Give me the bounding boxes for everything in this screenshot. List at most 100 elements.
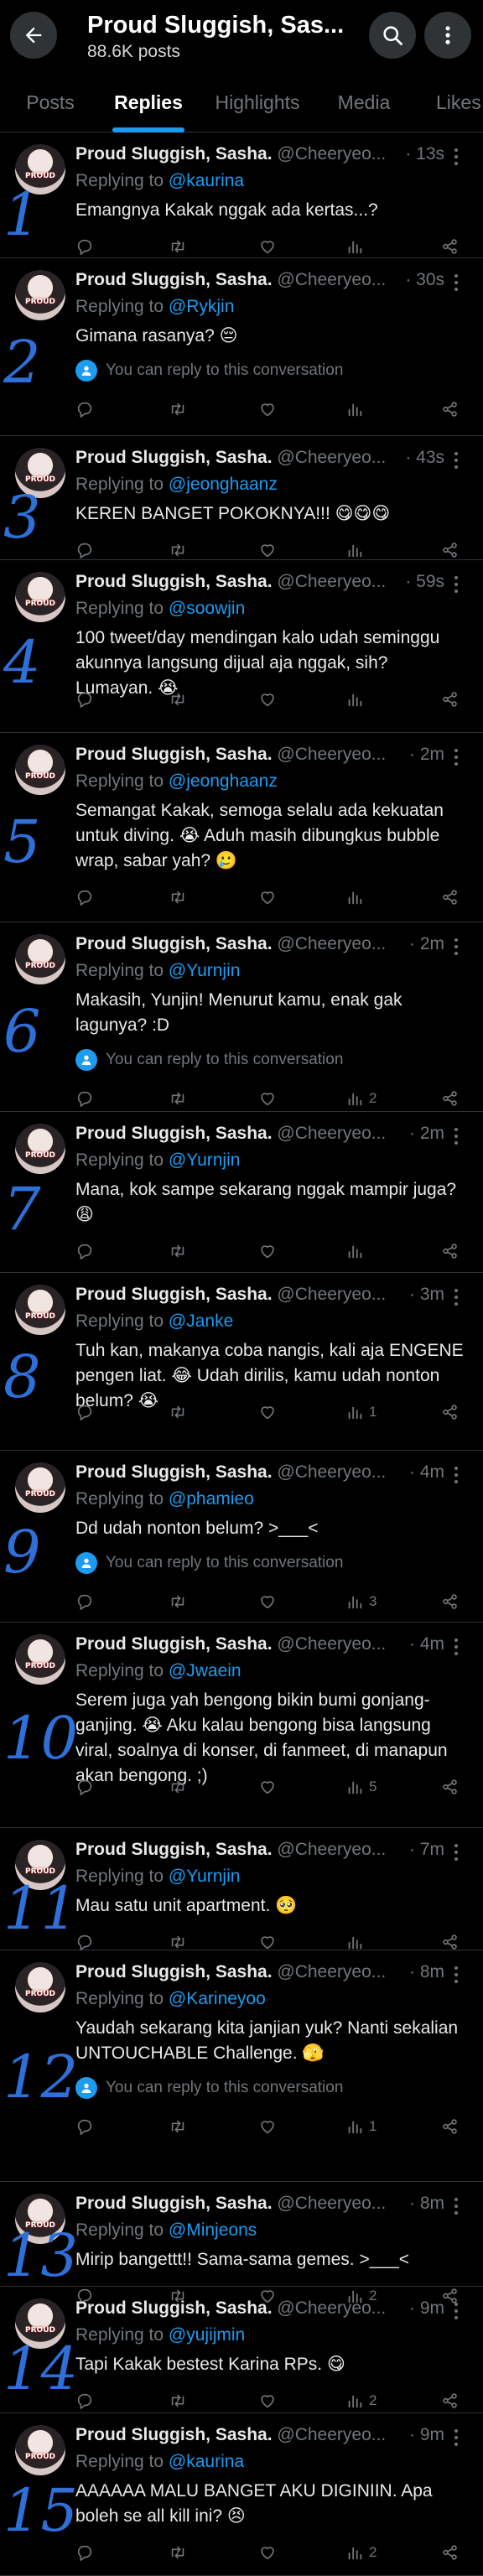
- timestamp[interactable]: · 9m: [406, 2298, 444, 2319]
- tab-highlights[interactable]: Highlights: [206, 72, 309, 132]
- like-button[interactable]: [258, 1087, 277, 1110]
- retweet-button[interactable]: [168, 538, 188, 562]
- views-button[interactable]: 5: [345, 1775, 377, 1799]
- share-button[interactable]: [441, 886, 460, 909]
- author-handle[interactable]: @Cheeryeo...: [277, 448, 386, 467]
- author-name[interactable]: Proud Sluggish, Sasha.: [75, 1462, 273, 1482]
- like-button[interactable]: [258, 1590, 277, 1613]
- tweet-more-button[interactable]: [453, 1127, 460, 1149]
- author-handle[interactable]: @Cheeryeo...: [277, 2194, 386, 2213]
- reply-tweet[interactable]: PROUD 8 Proud Sluggish, Sasha. @Cheeryeo..…: [0, 1273, 483, 1451]
- timestamp[interactable]: · 4m: [406, 1462, 444, 1483]
- reply-target-link[interactable]: @Jwaein: [169, 1661, 242, 1680]
- author-name[interactable]: Proud Sluggish, Sasha.: [75, 934, 273, 953]
- timestamp[interactable]: · 4m: [406, 1634, 444, 1654]
- views-button[interactable]: 1: [345, 1400, 377, 1424]
- like-button[interactable]: [258, 2115, 277, 2138]
- views-button[interactable]: 2: [345, 2389, 377, 2412]
- retweet-button[interactable]: [168, 688, 188, 711]
- avatar[interactable]: PROUD: [15, 745, 65, 795]
- reply-button[interactable]: [75, 1087, 94, 1110]
- views-button[interactable]: [345, 538, 369, 562]
- views-button[interactable]: [345, 397, 369, 421]
- share-button[interactable]: [441, 2541, 460, 2564]
- tweet-more-button[interactable]: [453, 2197, 460, 2219]
- reply-target-link[interactable]: @yujijmin: [169, 2325, 245, 2345]
- avatar[interactable]: PROUD: [15, 2425, 65, 2475]
- reply-button[interactable]: [75, 2541, 94, 2564]
- retweet-button[interactable]: [168, 235, 188, 258]
- reply-tweet[interactable]: PROUD 4 Proud Sluggish, Sasha. @Cheeryeo..…: [0, 560, 483, 733]
- timestamp[interactable]: · 7m: [406, 1840, 444, 1860]
- author-name[interactable]: Proud Sluggish, Sasha.: [75, 448, 273, 467]
- views-button[interactable]: [345, 688, 369, 711]
- author-name[interactable]: Proud Sluggish, Sasha.: [75, 1124, 273, 1143]
- views-button[interactable]: 2: [345, 1087, 377, 1110]
- author-handle[interactable]: @Cheeryeo...: [277, 1840, 386, 1859]
- timestamp[interactable]: · 9m: [406, 2425, 444, 2445]
- like-button[interactable]: [258, 235, 277, 258]
- reply-button[interactable]: [75, 1400, 94, 1424]
- like-button[interactable]: [258, 1239, 277, 1263]
- reply-button[interactable]: [75, 886, 94, 909]
- reply-tweet[interactable]: PROUD 15 Proud Sluggish, Sasha. @Cheeryeo.…: [0, 2413, 483, 2576]
- timestamp[interactable]: · 8m: [406, 2194, 444, 2214]
- author-name[interactable]: Proud Sluggish, Sasha.: [75, 270, 273, 289]
- timestamp[interactable]: · 2m: [406, 745, 444, 765]
- reply-target-link[interactable]: @Yurnjin: [169, 961, 241, 980]
- reply-tweet[interactable]: PROUD 14 Proud Sluggish, Sasha. @Cheeryeo.…: [0, 2287, 483, 2413]
- back-button[interactable]: [10, 12, 57, 59]
- reply-tweet[interactable]: PROUD 10 Proud Sluggish, Sasha. @Cheeryeo.…: [0, 1623, 483, 1828]
- reply-target-link[interactable]: @kaurina: [169, 2452, 244, 2471]
- author-name[interactable]: Proud Sluggish, Sasha.: [75, 2425, 273, 2444]
- tweet-more-button[interactable]: [453, 451, 460, 473]
- like-button[interactable]: [258, 1775, 277, 1799]
- reply-tweet[interactable]: PROUD 2 Proud Sluggish, Sasha. @Cheeryeo..…: [0, 258, 483, 436]
- search-button[interactable]: [369, 12, 416, 59]
- reply-target-link[interactable]: @Rykjin: [169, 297, 235, 316]
- timestamp[interactable]: · 30s: [402, 270, 444, 290]
- like-button[interactable]: [258, 886, 277, 909]
- author-handle[interactable]: @Cheeryeo...: [277, 745, 386, 764]
- views-button[interactable]: [345, 235, 369, 258]
- reply-button[interactable]: [75, 688, 94, 711]
- author-name[interactable]: Proud Sluggish, Sasha.: [75, 2298, 273, 2318]
- reply-target-link[interactable]: @Karineyoo: [169, 1989, 266, 2008]
- author-handle[interactable]: @Cheeryeo...: [277, 934, 386, 953]
- reply-target-link[interactable]: @jeonghaanz: [169, 475, 278, 494]
- avatar[interactable]: PROUD: [15, 1962, 65, 2012]
- author-name[interactable]: Proud Sluggish, Sasha.: [75, 1840, 273, 1859]
- tweet-more-button[interactable]: [453, 748, 460, 770]
- author-name[interactable]: Proud Sluggish, Sasha.: [75, 1285, 273, 1304]
- timestamp[interactable]: · 59s: [402, 572, 444, 592]
- tweet-more-button[interactable]: [453, 1466, 460, 1488]
- share-button[interactable]: [441, 1239, 460, 1263]
- avatar[interactable]: PROUD: [15, 1634, 65, 1685]
- avatar[interactable]: PROUD: [15, 1124, 65, 1174]
- like-button[interactable]: [258, 688, 277, 711]
- reply-button[interactable]: [75, 2389, 94, 2412]
- reply-target-link[interactable]: @soowjin: [169, 599, 245, 618]
- reply-button[interactable]: [75, 235, 94, 258]
- timestamp[interactable]: · 8m: [406, 1962, 444, 1982]
- tweet-more-button[interactable]: [453, 575, 460, 597]
- tweet-more-button[interactable]: [453, 2302, 460, 2324]
- author-handle[interactable]: @Cheeryeo...: [277, 1634, 386, 1654]
- share-button[interactable]: [441, 688, 460, 711]
- tweet-more-button[interactable]: [453, 1843, 460, 1865]
- reply-tweet[interactable]: PROUD 1 Proud Sluggish, Sasha. @Cheeryeo..…: [0, 132, 483, 258]
- reply-button[interactable]: [75, 1590, 94, 1613]
- tab-likes[interactable]: Likes: [436, 72, 483, 132]
- author-handle[interactable]: @Cheeryeo...: [277, 1962, 386, 1981]
- share-button[interactable]: [441, 2115, 460, 2138]
- author-handle[interactable]: @Cheeryeo...: [277, 144, 386, 164]
- retweet-button[interactable]: [168, 1239, 188, 1263]
- retweet-button[interactable]: [168, 1087, 188, 1110]
- share-button[interactable]: [441, 1400, 460, 1424]
- retweet-button[interactable]: [168, 1400, 188, 1424]
- share-button[interactable]: [441, 538, 460, 562]
- reply-target-link[interactable]: @jeonghaanz: [169, 771, 278, 791]
- reply-tweet[interactable]: PROUD 12 Proud Sluggish, Sasha. @Cheeryeo.…: [0, 1950, 483, 2182]
- reply-button[interactable]: [75, 538, 94, 562]
- author-handle[interactable]: @Cheeryeo...: [277, 2298, 386, 2318]
